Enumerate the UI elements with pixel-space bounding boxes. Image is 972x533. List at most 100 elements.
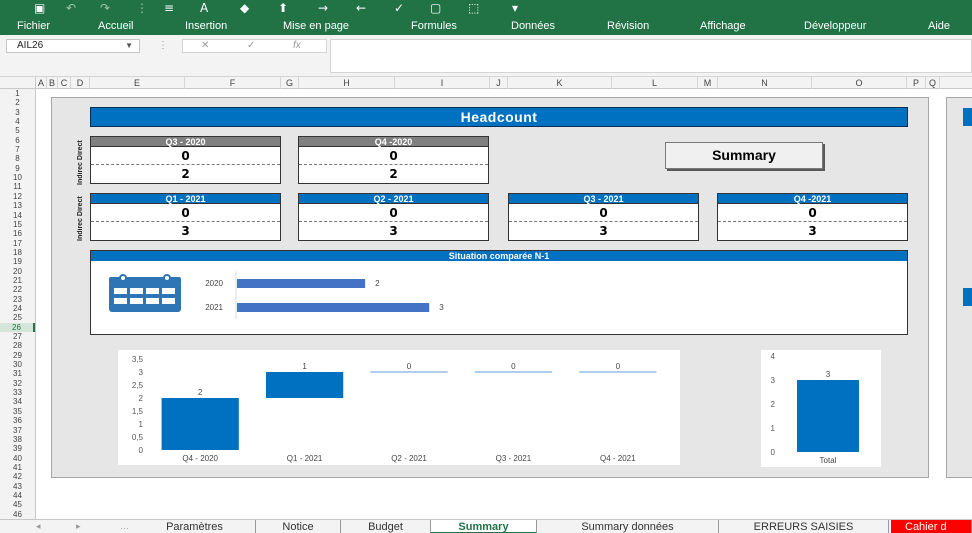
arrow-left-icon[interactable]: ← xyxy=(356,1,366,15)
row-header-21[interactable]: 21 xyxy=(0,276,35,285)
column-header-p[interactable]: P xyxy=(907,77,926,89)
row-header-33[interactable]: 33 xyxy=(0,388,35,397)
column-header-b[interactable]: B xyxy=(47,77,58,89)
row-header-12[interactable]: 12 xyxy=(0,192,35,201)
row-header-42[interactable]: 42 xyxy=(0,472,35,481)
shapes-icon[interactable]: ⬚ xyxy=(468,1,479,15)
column-header-e[interactable]: E xyxy=(90,77,185,89)
row-header-22[interactable]: 22 xyxy=(0,285,35,294)
menu-affichage[interactable]: Affichage xyxy=(700,20,746,32)
row-header-45[interactable]: 45 xyxy=(0,500,35,509)
row-header-40[interactable]: 40 xyxy=(0,454,35,463)
spell-check-icon[interactable]: ✓ xyxy=(394,1,404,15)
summary-button[interactable]: Summary xyxy=(665,142,823,169)
column-header-k[interactable]: K xyxy=(508,77,612,89)
up-icon[interactable]: ⬆ xyxy=(278,1,288,15)
save-icon[interactable]: ▣ xyxy=(34,1,45,15)
menu-developpeur[interactable]: Développeur xyxy=(804,20,866,32)
row-header-41[interactable]: 41 xyxy=(0,463,35,472)
tab-parametres[interactable]: Paramètres xyxy=(134,520,256,533)
row-header-34[interactable]: 34 xyxy=(0,397,35,406)
menu-mise-en-page[interactable]: Mise en page xyxy=(283,20,349,32)
column-header-l[interactable]: L xyxy=(612,77,698,89)
menu-revision[interactable]: Révision xyxy=(607,20,649,32)
quarterly-waterfall-chart[interactable]: 0 0,5 1 1,5 2 2,5 3 3,5 2 Q4 - 2020 1 Q1 - 2021 0 Q2 … xyxy=(118,350,680,465)
row-header-16[interactable]: 16 xyxy=(0,229,35,238)
select-all-corner[interactable] xyxy=(0,77,36,89)
row-header-14[interactable]: 14 xyxy=(0,211,35,220)
row-header-24[interactable]: 24 xyxy=(0,304,35,313)
tab-budget[interactable]: Budget xyxy=(341,520,431,533)
spelling-icon[interactable]: A xyxy=(200,1,208,15)
row-header-9[interactable]: 9 xyxy=(0,164,35,173)
row-header-11[interactable]: 11 xyxy=(0,182,35,191)
row-header-6[interactable]: 6 xyxy=(0,136,35,145)
row-header-37[interactable]: 37 xyxy=(0,426,35,435)
row-header-44[interactable]: 44 xyxy=(0,491,35,500)
row-header-2[interactable]: 2 xyxy=(0,98,35,107)
column-header-q[interactable]: Q xyxy=(926,77,940,89)
arrow-right-icon[interactable]: → xyxy=(318,1,328,15)
column-header-j[interactable]: J xyxy=(490,77,508,89)
row-header-31[interactable]: 31 xyxy=(0,369,35,378)
tab-scroll-left-icon[interactable]: ◂ xyxy=(36,521,41,532)
column-header-f[interactable]: F xyxy=(185,77,281,89)
formula-input[interactable] xyxy=(330,39,972,73)
textbox-icon[interactable]: ▢ xyxy=(430,1,441,15)
tab-erreurs-saisies[interactable]: ERREURS SAISIES xyxy=(719,520,889,533)
column-header-d[interactable]: D xyxy=(71,77,90,89)
row-header-28[interactable]: 28 xyxy=(0,341,35,350)
customize-icon[interactable]: ▾ xyxy=(512,1,518,15)
row-header-10[interactable]: 10 xyxy=(0,173,35,182)
function-icon[interactable]: fx xyxy=(293,40,301,51)
row-header-39[interactable]: 39 xyxy=(0,444,35,453)
row-header-26[interactable]: 26 xyxy=(0,322,35,332)
row-header-25[interactable]: 25 xyxy=(0,313,35,322)
column-header-g[interactable]: G xyxy=(281,77,299,89)
row-header-35[interactable]: 35 xyxy=(0,407,35,416)
row-header-5[interactable]: 5 xyxy=(0,126,35,135)
row-header-32[interactable]: 32 xyxy=(0,379,35,388)
menu-aide[interactable]: Aide xyxy=(928,20,950,32)
redo-icon[interactable]: ↷ xyxy=(100,1,110,15)
row-header-17[interactable]: 17 xyxy=(0,239,35,248)
row-header-46[interactable]: 46 xyxy=(0,510,35,519)
column-header-a[interactable]: A xyxy=(36,77,47,89)
row-header-36[interactable]: 36 xyxy=(0,416,35,425)
row-header-20[interactable]: 20 xyxy=(0,267,35,276)
tab-summary-donnees[interactable]: Summary données xyxy=(537,520,719,533)
row-header-38[interactable]: 38 xyxy=(0,435,35,444)
row-header-30[interactable]: 30 xyxy=(0,360,35,369)
row-header-4[interactable]: 4 xyxy=(0,117,35,126)
align-icon[interactable]: ≡ xyxy=(164,1,174,15)
tab-notice[interactable]: Notice xyxy=(256,520,341,533)
tab-scroll-right-icon[interactable]: ▸ xyxy=(76,521,81,532)
menu-accueil[interactable]: Accueil xyxy=(98,20,133,32)
column-header-i[interactable]: I xyxy=(395,77,490,89)
column-header-h[interactable]: H xyxy=(299,77,395,89)
row-header-15[interactable]: 15 xyxy=(0,220,35,229)
tab-cahier[interactable]: Cahier d xyxy=(891,520,972,533)
menu-formules[interactable]: Formules xyxy=(411,20,457,32)
row-header-43[interactable]: 43 xyxy=(0,482,35,491)
tab-summary[interactable]: Summary xyxy=(431,520,537,533)
row-header-13[interactable]: 13 xyxy=(0,201,35,210)
chevron-down-icon[interactable]: ▼ xyxy=(125,40,133,52)
menu-insertion[interactable]: Insertion xyxy=(185,20,227,32)
column-header-o[interactable]: O xyxy=(812,77,907,89)
row-header-3[interactable]: 3 xyxy=(0,108,35,117)
total-headcount-chart[interactable]: 0 1 2 3 4 3 Total xyxy=(761,350,881,467)
tab-more-icon[interactable]: … xyxy=(120,521,129,531)
row-header-23[interactable]: 23 xyxy=(0,295,35,304)
row-header-27[interactable]: 27 xyxy=(0,332,35,341)
undo-icon[interactable]: ↶ xyxy=(66,1,76,15)
name-box[interactable]: AIL26 ▼ xyxy=(6,39,140,53)
cancel-icon[interactable]: ✕ xyxy=(201,40,209,51)
column-header-c[interactable]: C xyxy=(58,77,71,89)
row-header-18[interactable]: 18 xyxy=(0,248,35,257)
row-header-1[interactable]: 1 xyxy=(0,89,35,98)
row-header-29[interactable]: 29 xyxy=(0,351,35,360)
fill-icon[interactable]: ◆ xyxy=(240,1,249,15)
menu-donnees[interactable]: Données xyxy=(511,20,555,32)
row-header-8[interactable]: 8 xyxy=(0,154,35,163)
